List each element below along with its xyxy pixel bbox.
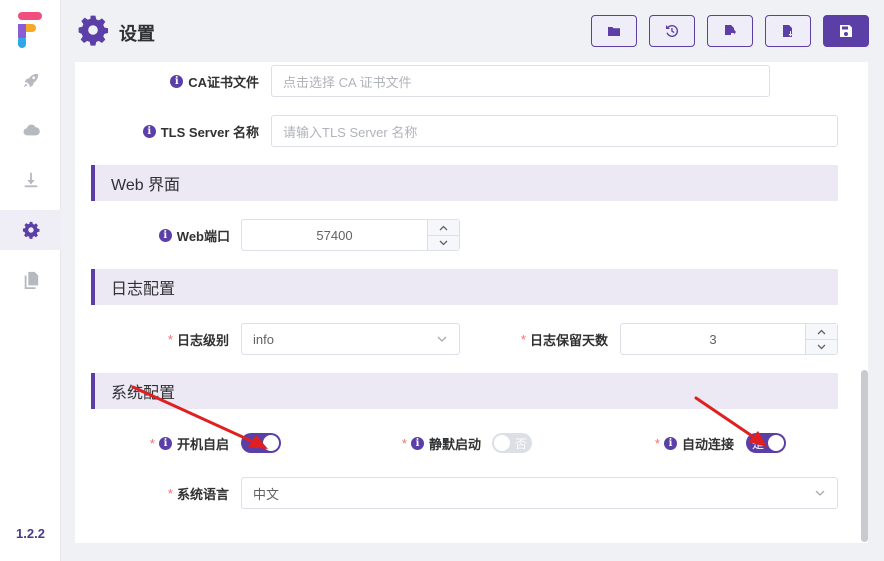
log-days-decrease[interactable] bbox=[806, 339, 837, 354]
rocket-icon bbox=[23, 73, 38, 88]
language-select[interactable]: 中文 bbox=[241, 477, 838, 509]
chevron-down-icon bbox=[815, 490, 825, 496]
history-button[interactable] bbox=[649, 15, 695, 47]
app-logo bbox=[18, 12, 42, 48]
folder-icon bbox=[608, 27, 620, 36]
history-icon bbox=[666, 25, 678, 37]
sidebar-item-files[interactable] bbox=[0, 260, 61, 300]
tls-server-input[interactable]: 请输入TLS Server 名称 bbox=[271, 115, 838, 147]
sidebar: 1.2.2 bbox=[0, 0, 61, 561]
file-import-icon bbox=[783, 25, 793, 37]
log-level-value: info bbox=[253, 331, 274, 347]
section-web-ui: Web 界面 bbox=[91, 165, 838, 201]
chevron-down-icon bbox=[817, 344, 826, 350]
section-web-ui-title: Web 界面 bbox=[111, 177, 181, 194]
section-log: 日志配置 bbox=[91, 269, 838, 305]
switch-knob bbox=[768, 435, 784, 451]
ca-cert-input[interactable]: 点击选择 CA 证书文件 bbox=[271, 65, 770, 97]
tls-server-label: i TLS Server 名称 bbox=[142, 121, 259, 141]
silent-start-switch[interactable]: 否 bbox=[492, 433, 532, 453]
scrollbar-thumb[interactable] bbox=[861, 370, 868, 542]
info-icon: i bbox=[142, 124, 156, 138]
silent-start-label: * i 静默启动 bbox=[401, 435, 481, 452]
log-days-input[interactable]: 3 bbox=[620, 323, 838, 355]
file-export-icon bbox=[725, 25, 736, 35]
sidebar-item-settings[interactable] bbox=[0, 210, 61, 250]
autostart-label: * i 开机自启 bbox=[149, 435, 229, 452]
info-icon: i bbox=[158, 228, 172, 242]
section-log-title: 日志配置 bbox=[111, 281, 176, 298]
app-version: 1.2.2 bbox=[16, 526, 45, 541]
export-config-button[interactable] bbox=[707, 15, 753, 47]
cloud-icon bbox=[23, 124, 40, 136]
web-port-increase[interactable] bbox=[428, 220, 459, 235]
header: 设置 bbox=[61, 0, 884, 62]
switch-knob bbox=[263, 435, 279, 451]
log-days-increase[interactable] bbox=[806, 324, 837, 339]
sidebar-item-cloud[interactable] bbox=[0, 110, 61, 150]
log-level-label: * 日志级别 bbox=[167, 331, 229, 348]
web-port-input[interactable]: 57400 bbox=[241, 219, 460, 251]
silent-start-switch-text: 否 bbox=[514, 436, 527, 451]
web-port-decrease[interactable] bbox=[428, 235, 459, 250]
language-value: 中文 bbox=[253, 486, 280, 502]
info-icon: i bbox=[410, 436, 424, 450]
tls-server-placeholder: 请输入TLS Server 名称 bbox=[283, 124, 418, 140]
chevron-up-icon bbox=[439, 225, 448, 230]
sidebar-item-rocket[interactable] bbox=[0, 60, 61, 100]
info-icon: i bbox=[663, 436, 677, 450]
web-port-value: 57400 bbox=[316, 227, 353, 243]
chevron-down-icon bbox=[437, 336, 447, 342]
log-level-select[interactable]: info bbox=[241, 323, 460, 355]
log-days-value: 3 bbox=[709, 331, 717, 347]
sidebar-item-download[interactable] bbox=[0, 160, 61, 200]
web-port-label: i Web端口 bbox=[158, 225, 230, 245]
info-icon: i bbox=[158, 436, 172, 450]
ca-cert-placeholder: 点击选择 CA 证书文件 bbox=[283, 74, 412, 90]
autostart-switch[interactable] bbox=[241, 433, 281, 453]
save-button[interactable] bbox=[823, 15, 869, 47]
chevron-up-icon bbox=[817, 329, 826, 334]
log-days-label: * 日志保留天数 bbox=[520, 331, 608, 348]
gear-icon bbox=[22, 221, 39, 239]
settings-gear-icon bbox=[78, 15, 109, 46]
save-icon bbox=[840, 25, 852, 37]
auto-connect-switch[interactable]: 是 bbox=[746, 433, 786, 453]
section-system: 系统配置 bbox=[91, 373, 838, 409]
auto-connect-switch-text: 是 bbox=[752, 436, 765, 451]
import-config-button[interactable] bbox=[765, 15, 811, 47]
download-icon bbox=[24, 172, 37, 188]
switch-knob bbox=[494, 435, 510, 451]
ca-cert-label: i CA证书文件 bbox=[170, 71, 259, 91]
section-system-title: 系统配置 bbox=[111, 385, 176, 402]
language-label: * 系统语言 bbox=[167, 485, 229, 502]
chevron-down-icon bbox=[439, 240, 448, 246]
file-icon bbox=[24, 271, 38, 289]
info-icon: i bbox=[170, 74, 184, 88]
auto-connect-label: * i 自动连接 bbox=[654, 435, 734, 452]
page-title: 设置 bbox=[119, 24, 155, 44]
open-folder-button[interactable] bbox=[591, 15, 637, 47]
